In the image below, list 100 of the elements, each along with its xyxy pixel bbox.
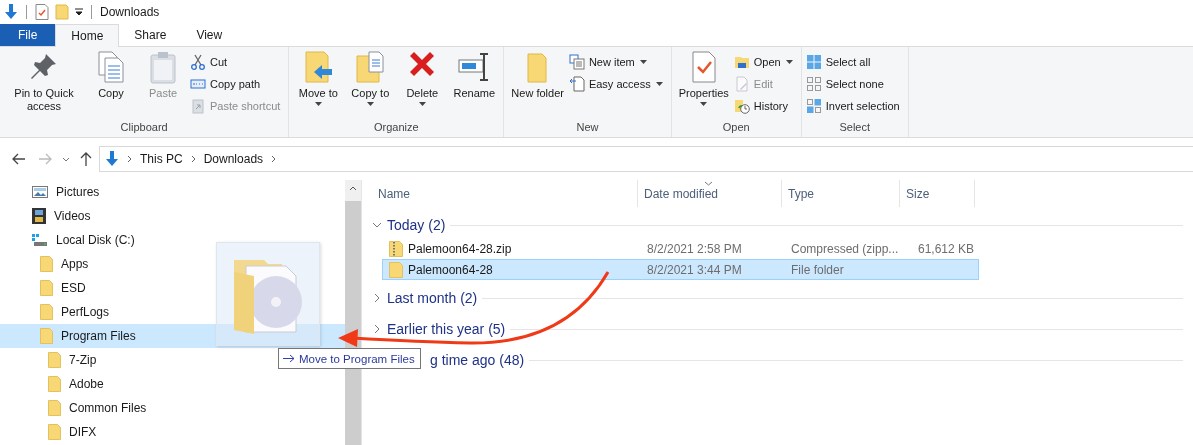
ribbon-button[interactable]: Properties [675, 50, 732, 121]
up-icon[interactable] [80, 152, 92, 166]
ribbon-tab[interactable]: File [0, 24, 56, 46]
recent-locations-icon[interactable] [62, 156, 70, 162]
column-header[interactable]: Type [782, 180, 900, 207]
easy-access-icon [568, 75, 585, 92]
folder-icon [48, 352, 61, 368]
properties-icon[interactable] [35, 4, 49, 20]
folder-icon [40, 256, 53, 272]
breadcrumb[interactable]: This PC [140, 152, 183, 166]
ribbon-button[interactable]: Copy [86, 50, 136, 121]
nav-item[interactable]: ESD [0, 276, 345, 300]
ribbon-button[interactable]: Copy to [345, 50, 396, 121]
nav-item[interactable]: Local Disk (C:) [0, 228, 345, 252]
arrow-icon [283, 354, 295, 363]
file-row[interactable]: Palemoon64-28.zip 8/2/2021 2:58 PM Compressed (zipp... 61,612 KB [382, 238, 979, 259]
download-icon[interactable] [4, 4, 18, 20]
size-cell-text: 61,612 KB [916, 241, 975, 256]
invert-selection-icon [805, 97, 822, 114]
ribbon-tab[interactable]: View [181, 24, 238, 46]
file-name: Palemoon64-28.zip [408, 241, 512, 256]
edit-icon [733, 75, 750, 92]
nav-item[interactable]: Pictures [0, 180, 345, 204]
date-cell-text: 8/2/2021 2:58 PM [646, 241, 743, 256]
select-all-icon [805, 53, 822, 70]
column-header[interactable]: Date modified [638, 180, 782, 207]
ribbon-button[interactable]: Select all [805, 52, 904, 71]
zip-folder-icon [389, 240, 403, 257]
download-icon [105, 151, 119, 167]
clipboard-icon [147, 50, 179, 84]
window-title: Downloads [100, 5, 160, 19]
history-icon [733, 97, 750, 114]
move-to-folder-icon [302, 50, 335, 84]
copy-to-folder-icon [354, 50, 387, 84]
scroll-up-icon[interactable] [349, 186, 357, 191]
ribbon-button[interactable]: Open [733, 52, 797, 71]
group-label: Clipboard [120, 121, 168, 135]
chevron-icon[interactable] [271, 155, 277, 163]
ribbon-button[interactable]: Move to [293, 50, 344, 121]
breadcrumb[interactable]: Downloads [203, 152, 264, 166]
nav-item[interactable]: Apps [0, 252, 345, 276]
ribbon-button[interactable]: Invert selection [805, 96, 904, 115]
column-header[interactable]: Size [900, 180, 975, 207]
expand-icon[interactable] [372, 324, 382, 334]
file-name: Palemoon64-28 [408, 262, 493, 277]
group-label: Organize [374, 121, 419, 135]
column-header[interactable]: Name [372, 180, 638, 207]
folder-icon [40, 328, 53, 344]
ribbon-button[interactable]: Easy access [568, 74, 667, 93]
file-row[interactable]: Palemoon64-28 8/2/2021 3:44 PM File folder [382, 259, 979, 280]
ribbon-button[interactable]: Copy path [190, 74, 285, 93]
folder-icon [40, 280, 53, 296]
chevron-icon[interactable] [190, 155, 196, 163]
new-item-icon [568, 53, 585, 70]
group-header[interactable]: Last month (2) [387, 290, 478, 306]
ribbon-button[interactable]: Select none [805, 74, 904, 93]
copy-icon [95, 50, 127, 84]
ribbon-button[interactable]: New item [568, 52, 667, 71]
nav-item[interactable]: Common Files [0, 396, 345, 420]
nav-item[interactable]: Adobe [0, 372, 345, 396]
ribbon-button[interactable]: New folder [508, 50, 567, 121]
folder-icon [48, 400, 61, 416]
group-header[interactable]: Today (2) [387, 217, 446, 233]
drive-icon [32, 233, 48, 247]
film-icon [32, 208, 46, 224]
pictures-icon [32, 185, 48, 199]
rename-icon [458, 50, 491, 84]
ribbon-button[interactable]: Cut [190, 52, 285, 71]
scissors-icon [190, 53, 206, 70]
select-none-icon [805, 75, 822, 92]
folder-icon [389, 261, 403, 278]
nav-item[interactable]: Program Files [0, 324, 345, 348]
nav-item[interactable]: PerfLogs [0, 300, 345, 324]
type-cell-text: File folder [790, 262, 845, 277]
ribbon-tab[interactable]: Home [55, 24, 120, 47]
folder-icon [48, 376, 61, 392]
ribbon-button[interactable]: Delete [397, 50, 448, 121]
folder-icon [40, 304, 53, 320]
folder-icon [48, 424, 61, 440]
ribbon-button[interactable]: Pin to Quick access [4, 50, 84, 121]
drag-tooltip: Move to Program Files [278, 348, 421, 369]
group-label: Select [839, 121, 870, 135]
paste-shortcut-icon [190, 97, 206, 114]
sort-icon [704, 181, 713, 186]
expand-icon[interactable] [372, 293, 382, 303]
chevron-icon[interactable] [127, 155, 132, 163]
date-cell-text: 8/2/2021 3:44 PM [646, 262, 743, 277]
group-header[interactable]: Earlier this year (5) [387, 321, 506, 337]
ribbon-tab[interactable]: Share [119, 24, 182, 46]
expand-icon[interactable] [372, 220, 382, 230]
nav-item[interactable]: DIFX [0, 420, 345, 444]
ribbon-button[interactable]: History [733, 96, 797, 115]
group-label: Open [722, 121, 750, 135]
dropdown-icon[interactable] [75, 8, 83, 16]
back-icon[interactable] [12, 153, 26, 165]
address-bar[interactable]: This PC Downloads [99, 146, 1193, 172]
group-header[interactable]: g time ago (48) [430, 352, 525, 368]
ribbon-button[interactable]: Rename [449, 50, 500, 121]
type-cell-text: Compressed (zipp... [790, 241, 900, 256]
nav-item[interactable]: Videos [0, 204, 345, 228]
